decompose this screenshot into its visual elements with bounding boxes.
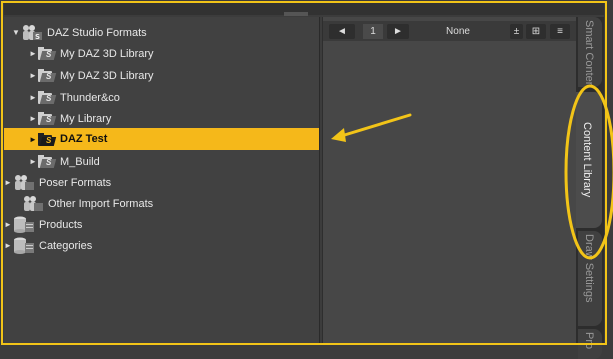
page-number: 1: [363, 24, 383, 39]
side-tab-bar: Smart Content Content Library Draw Setti…: [576, 17, 604, 359]
tab-label: Smart Content: [583, 20, 595, 87]
tree-expand-arrow[interactable]: ►: [29, 157, 38, 166]
tab-pro[interactable]: Pro: [578, 329, 602, 359]
tree-item-poser-formats[interactable]: ► Poser Formats: [4, 172, 111, 193]
tree-item-other-import-formats[interactable]: Other Import Formats: [13, 193, 153, 214]
folder-icon: S: [38, 47, 57, 60]
tree-item-thunder-co[interactable]: ► S Thunder&co: [29, 87, 120, 108]
tree-expand-arrow[interactable]: ►: [29, 135, 38, 144]
tree-item-label: Categories: [39, 239, 93, 252]
filter-label[interactable]: None: [433, 26, 483, 37]
tree-item-categories[interactable]: ► Categories: [4, 235, 92, 256]
tree-item-label: DAZ Test: [60, 133, 108, 145]
sort-order-icon[interactable]: ±: [510, 24, 523, 39]
tree-item-label: Other Import Formats: [48, 197, 154, 210]
folder-icon: S: [38, 112, 57, 125]
content-library-tree: ▼ S DAZ Studio Formats ► S My DAZ 3D Lib…: [4, 17, 320, 344]
tree-expand-arrow[interactable]: ►: [4, 241, 13, 250]
figure-icon: S: [21, 24, 42, 41]
svg-text:S: S: [35, 33, 40, 41]
tree-item-label: Thunder&co: [60, 91, 120, 104]
database-icon: [13, 237, 34, 254]
folder-icon: S: [38, 91, 57, 104]
tab-label: Content Library: [581, 122, 593, 198]
tab-label: Draw Settings: [583, 234, 595, 303]
tree-expand-arrow[interactable]: ▼: [12, 28, 21, 37]
tree-item-my-daz-3d-library-2[interactable]: ► S My DAZ 3D Library: [29, 65, 154, 86]
panel-resize-grip[interactable]: [284, 12, 308, 16]
database-icon: [13, 216, 34, 233]
folder-icon: S: [38, 132, 57, 146]
content-view-panel: ◄ 1 ► None ± ⊞ ≡: [322, 17, 576, 344]
tree-item-my-daz-3d-library[interactable]: ► S My DAZ 3D Library: [29, 43, 154, 64]
tree-item-label: DAZ Studio Formats: [47, 26, 147, 39]
tree-expand-arrow[interactable]: ►: [29, 114, 38, 123]
arrow-left-icon[interactable]: ◄: [329, 24, 355, 39]
tree-item-label: My DAZ 3D Library: [60, 47, 154, 60]
tree-item-m-build[interactable]: ► S M_Build: [29, 151, 100, 172]
tree-item-label: My DAZ 3D Library: [60, 69, 154, 82]
figure-icon: [13, 174, 34, 191]
tree-item-label: Products: [39, 218, 83, 231]
tree-item-label: My Library: [60, 112, 112, 125]
tree-expand-arrow[interactable]: ►: [29, 71, 38, 80]
tree-item-label: Poser Formats: [39, 176, 112, 189]
tree-item-daz-test[interactable]: ► S DAZ Test: [4, 128, 319, 150]
tree-expand-arrow[interactable]: ►: [4, 178, 13, 187]
tree-expand-arrow[interactable]: ►: [29, 93, 38, 102]
folder-icon: S: [38, 69, 57, 82]
tab-label: Pro: [583, 332, 595, 350]
arrow-right-icon[interactable]: ►: [387, 24, 409, 39]
tree-item-products[interactable]: ► Products: [4, 214, 82, 235]
list-view-icon[interactable]: ≡: [550, 24, 570, 39]
tab-draw-settings[interactable]: Draw Settings: [578, 231, 602, 326]
tree-item-my-library[interactable]: ► S My Library: [29, 108, 111, 129]
tree-expand-arrow[interactable]: ►: [29, 49, 38, 58]
tab-smart-content[interactable]: Smart Content: [578, 17, 602, 87]
content-toolbar: ◄ 1 ► None ± ⊞ ≡: [323, 21, 576, 41]
tree-expand-arrow[interactable]: ►: [4, 220, 13, 229]
tree-item-label: M_Build: [60, 155, 100, 168]
figure-icon: [22, 195, 43, 212]
tree-item-daz-studio-formats[interactable]: ▼ S DAZ Studio Formats: [12, 22, 147, 43]
folder-icon: S: [38, 155, 57, 168]
tab-content-library[interactable]: Content Library: [576, 92, 602, 228]
grid-view-icon[interactable]: ⊞: [526, 24, 546, 39]
